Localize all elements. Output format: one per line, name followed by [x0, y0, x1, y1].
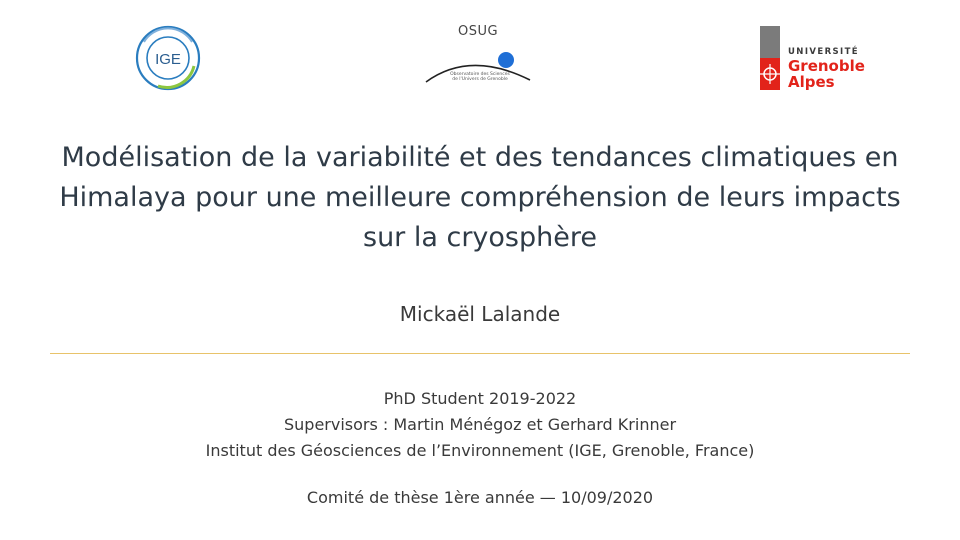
divider [50, 353, 910, 354]
info-block: PhD Student 2019-2022 Supervisors : Mart… [0, 386, 960, 464]
slide-title-line2: Himalaya pour une meilleure compréhensio… [59, 182, 901, 213]
uga-logo: UNIVERSITÉ Grenoble Alpes [758, 26, 878, 92]
ige-logo: IGE [128, 22, 208, 94]
footer-event-date: Comité de thèse 1ère année — 10/09/2020 [306, 488, 654, 507]
uga-logo-line2: Grenoble [788, 57, 865, 75]
osug-logo-subtitle: Observatoire des Sciences de l'Univers d… [450, 72, 510, 82]
osug-logo: OSUG Observatoire des Sciences de l'Univ… [420, 22, 540, 100]
uga-logo-line3: Alpes [788, 73, 835, 91]
uga-logo-line1: UNIVERSITÉ [788, 47, 859, 57]
info-line-supervisors: Supervisors : Martin Ménégoz et Gerhard … [283, 415, 677, 434]
osug-logo-title: OSUG [458, 24, 499, 39]
info-line-institute: Institut des Géosciences de l’Environnem… [205, 441, 755, 460]
info-line-status: PhD Student 2019-2022 [383, 389, 577, 408]
slide-title-line1: Modélisation de la variabilité et des te… [61, 142, 899, 173]
ige-logo-icon: IGE [135, 25, 201, 91]
ige-logo-text: IGE [155, 51, 181, 68]
author-name: Mickaël Lalande [399, 302, 561, 326]
uga-logo-mark-icon [760, 26, 780, 90]
osug-arc-icon [425, 52, 531, 83]
slide-title: Modélisation de la variabilité et des te… [40, 138, 920, 258]
slide-title-line3: sur la cryosphère [363, 222, 597, 253]
